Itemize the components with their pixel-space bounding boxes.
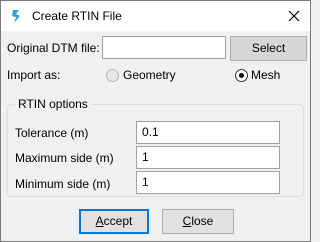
close-icon[interactable] [284,6,304,26]
rtin-options-legend: RTIN options [15,97,91,111]
tolerance-input[interactable]: 0.1 [136,121,280,144]
close-button-label: Close [183,210,214,233]
window-title: Create RTIN File [32,9,122,23]
accept-mnemonic: A [95,214,104,228]
accept-rest: ccept [103,214,133,228]
min-side-label: Minimum side (m) [15,177,111,191]
app-icon [12,10,20,23]
max-side-label: Maximum side (m) [15,151,114,165]
mesh-radio-label[interactable]: Mesh [251,68,280,82]
close-rest: lose [191,214,214,228]
mesh-radio[interactable] [235,69,248,82]
import-as-label: Import as: [7,68,61,82]
mesh-radio-dot [239,73,244,78]
dtm-file-input[interactable] [102,36,226,59]
tolerance-value: 0.1 [142,125,159,139]
close-button[interactable]: Close [162,209,234,234]
select-button[interactable]: Select [230,36,307,61]
max-side-value: 1 [142,150,149,164]
geometry-radio-label[interactable]: Geometry [123,68,176,82]
select-button-label: Select [251,41,286,55]
dtm-file-label: Original DTM file: [7,41,100,55]
accept-button[interactable]: Accept [79,209,149,234]
title-bar: Create RTIN File [1,1,310,31]
min-side-value: 1 [142,175,149,189]
geometry-radio[interactable] [106,69,119,82]
dialog-window: Create RTIN File Original DTM file: Sele… [0,0,311,242]
tolerance-label: Tolerance (m) [15,126,89,140]
accept-button-label: Accept [96,210,133,233]
max-side-input[interactable]: 1 [136,146,280,169]
min-side-input[interactable]: 1 [136,171,280,194]
